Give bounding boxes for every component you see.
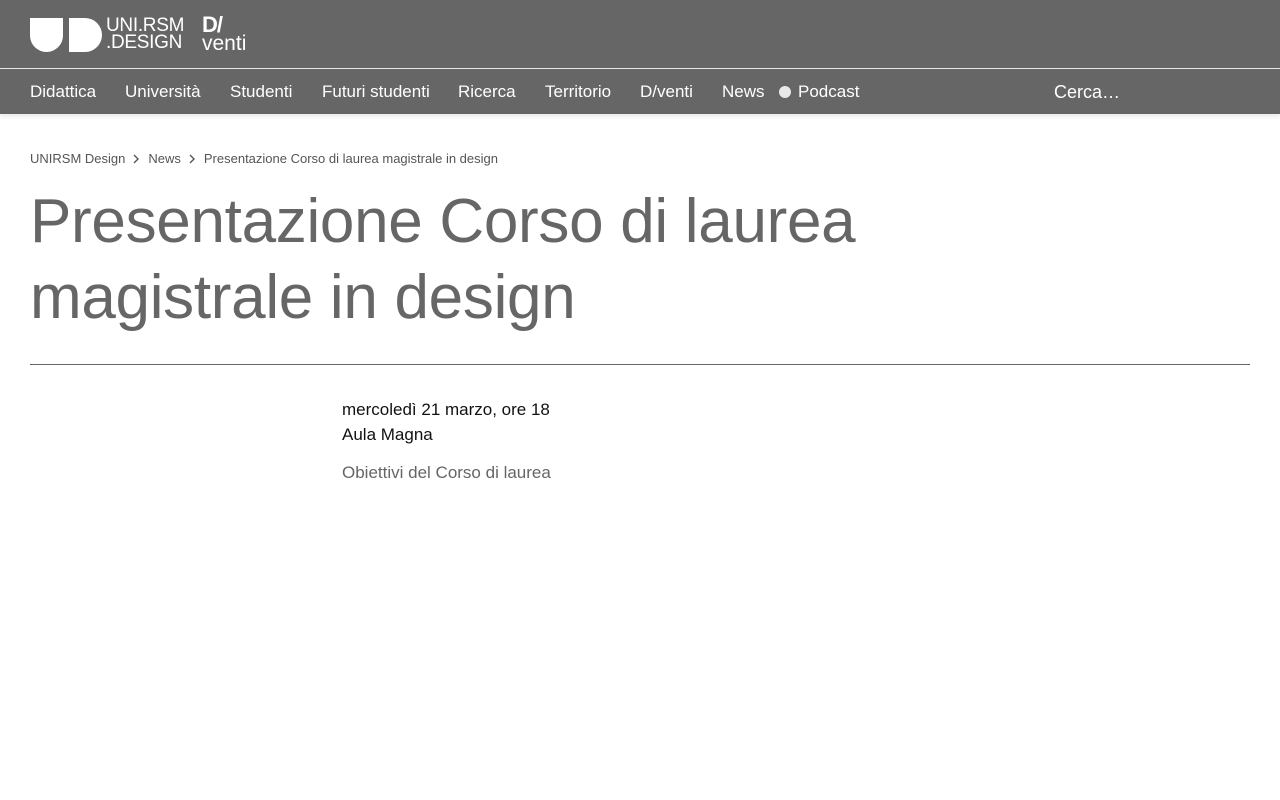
logo-row: UNI.RSM .DESIGN D/ venti [0, 0, 1280, 69]
nav-item-ricerca[interactable]: Ricerca [458, 82, 516, 102]
nav-item-studenti[interactable]: Studenti [230, 82, 292, 102]
dventi-logo[interactable]: D/ venti [202, 14, 247, 55]
nav-item-futuri-studenti[interactable]: Futuri studenti [322, 82, 430, 102]
event-details: mercoledì 21 marzo, ore 18 Aula Magna [342, 397, 550, 447]
event-place: Aula Magna [342, 425, 433, 444]
podcast-dot-icon [779, 86, 791, 98]
title-divider [30, 364, 1250, 365]
nav-item-news[interactable]: News [722, 82, 765, 102]
objectives-link[interactable]: Obiettivi del Corso di laurea [342, 461, 551, 485]
breadcrumb-current: Presentazione Corso di laurea magistrale… [203, 151, 498, 166]
nav-item-dventi[interactable]: D/venti [640, 82, 693, 102]
site-header: UNI.RSM .DESIGN D/ venti Didattica Unive… [0, 0, 1280, 114]
nav-item-territorio[interactable]: Territorio [545, 82, 611, 102]
chevron-right-icon [189, 151, 195, 169]
page-title: Presentazione Corso di laurea magistrale… [30, 187, 856, 332]
logo-d-icon[interactable] [69, 18, 102, 52]
dventi-logo-text: venti [202, 32, 247, 55]
nav-item-universita[interactable]: Università [125, 82, 201, 102]
event-date: mercoledì 21 marzo, ore 18 [342, 400, 550, 419]
breadcrumb: UNIRSM Design News Presentazione Corso di … [30, 150, 498, 169]
breadcrumb-news[interactable]: News [148, 151, 181, 166]
search-input[interactable] [1054, 80, 1254, 104]
site-logo-wordmark[interactable]: UNI.RSM .DESIGN [106, 16, 184, 53]
breadcrumb-home[interactable]: UNIRSM Design [30, 151, 125, 166]
nav-item-didattica[interactable]: Didattica [30, 82, 96, 102]
logo-u-icon[interactable] [30, 18, 63, 52]
logo-line-2: .DESIGN [106, 32, 183, 53]
nav-item-podcast[interactable]: Podcast [798, 82, 859, 102]
chevron-right-icon [133, 151, 140, 169]
